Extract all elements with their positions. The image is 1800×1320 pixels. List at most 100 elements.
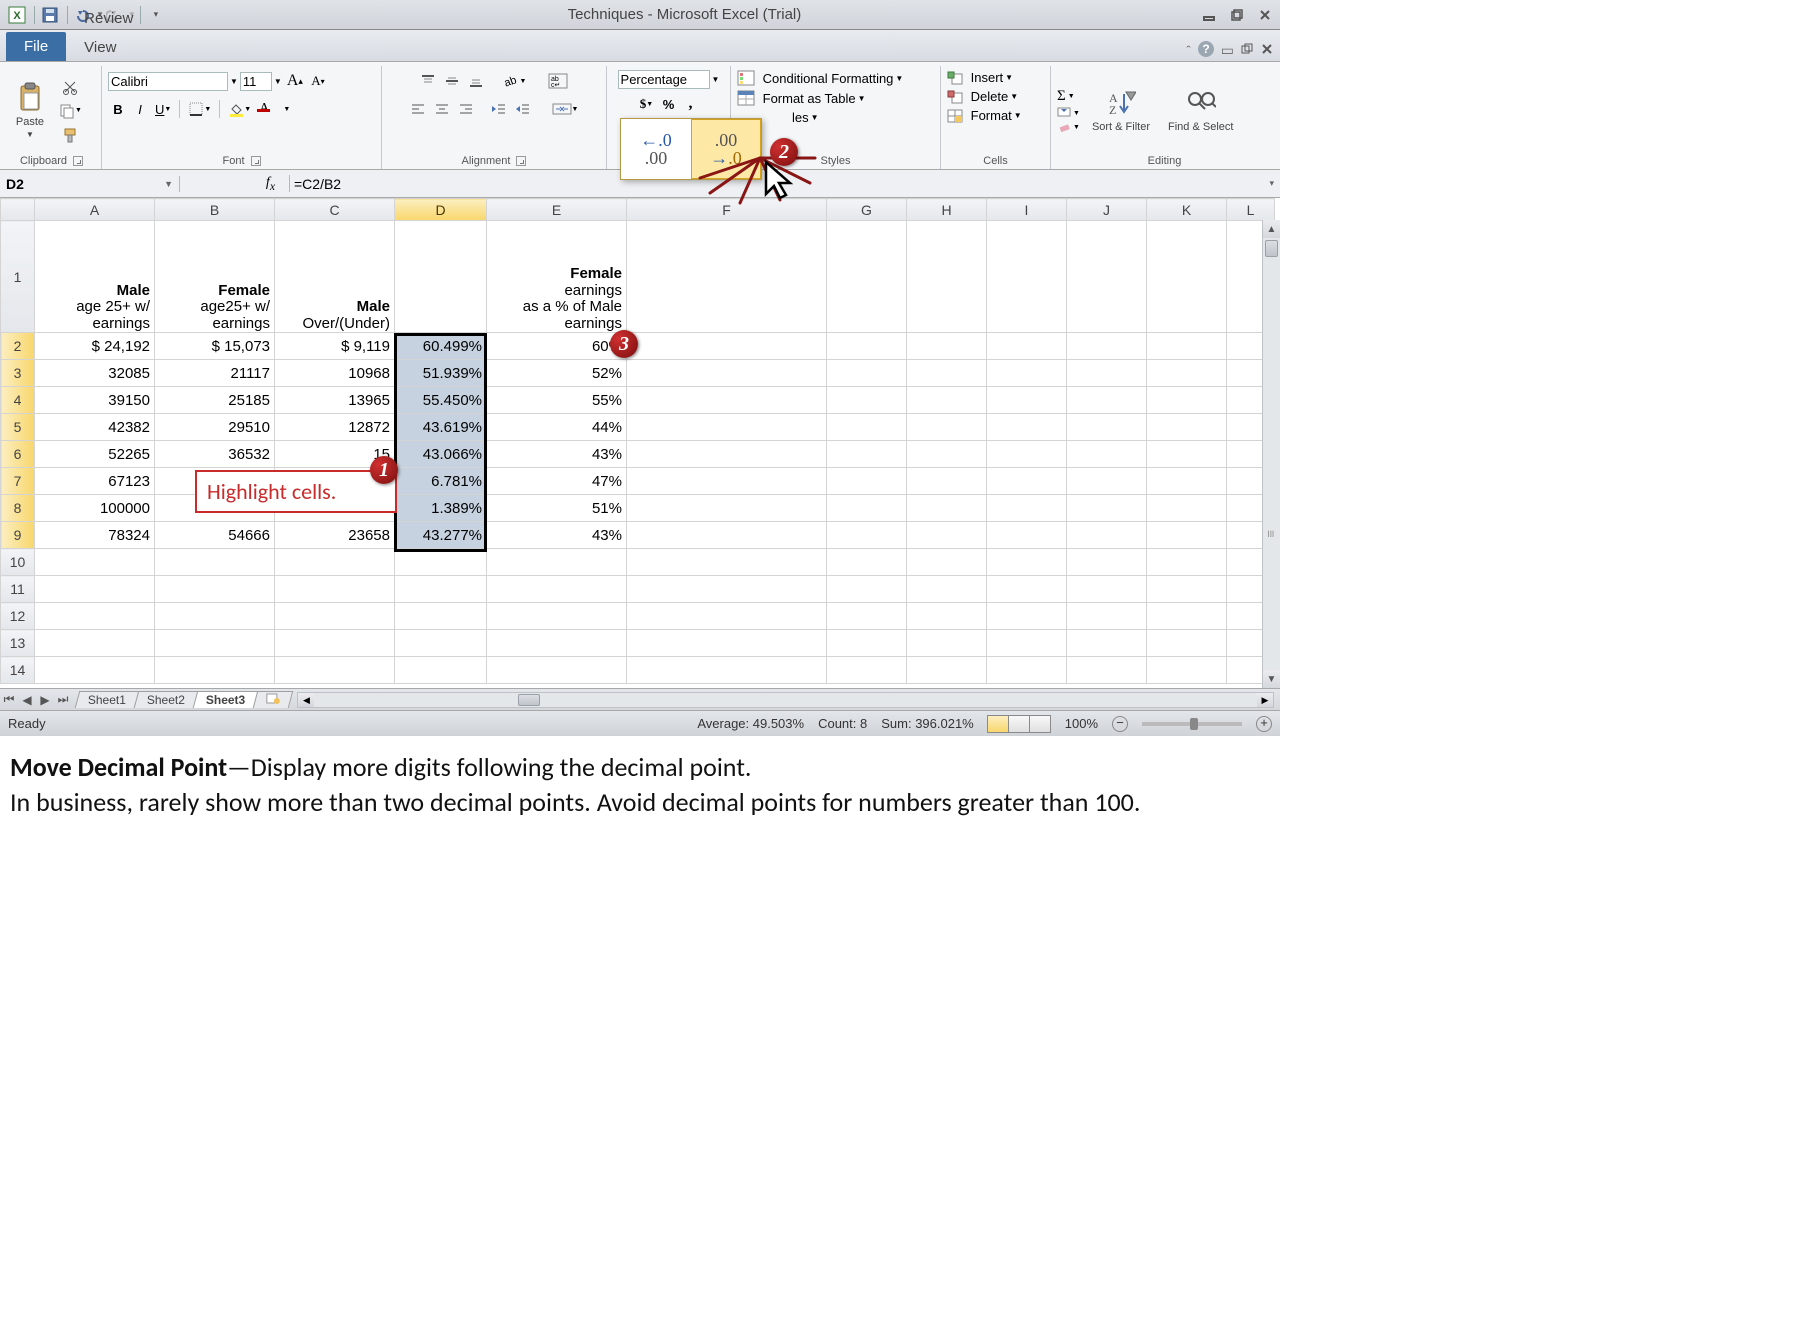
cell-F13[interactable] [627, 630, 827, 657]
cell-I8[interactable] [987, 495, 1067, 522]
cell-H8[interactable] [907, 495, 987, 522]
cell-I9[interactable] [987, 522, 1067, 549]
cell-J14[interactable] [1067, 657, 1147, 684]
cell-I13[interactable] [987, 630, 1067, 657]
font-launcher[interactable] [251, 156, 261, 166]
cell-G7[interactable] [827, 468, 907, 495]
shrink-font-button[interactable]: A▾ [308, 70, 328, 92]
cell-F3[interactable] [627, 360, 827, 387]
scroll-up-button[interactable]: ▲ [1263, 220, 1280, 238]
cell-I14[interactable] [987, 657, 1067, 684]
align-right-button[interactable] [455, 98, 477, 120]
row-header-12[interactable]: 12 [1, 603, 35, 630]
merge-center-button[interactable]: ▼ [549, 98, 582, 120]
cell-J4[interactable] [1067, 387, 1147, 414]
cell-A2[interactable]: $ 24,192 [35, 333, 155, 360]
font-size-combo[interactable] [240, 72, 272, 91]
cell-H3[interactable] [907, 360, 987, 387]
restore-button[interactable] [1228, 6, 1246, 24]
fill-button[interactable]: ▼ [1057, 107, 1080, 119]
cell-C12[interactable] [275, 603, 395, 630]
align-center-button[interactable] [431, 98, 453, 120]
cell-C5[interactable]: 12872 [275, 414, 395, 441]
cell-F2[interactable] [627, 333, 827, 360]
page-break-view-button[interactable] [1029, 715, 1051, 733]
align-top-button[interactable] [417, 70, 439, 92]
cell-I10[interactable] [987, 549, 1067, 576]
cell-J12[interactable] [1067, 603, 1147, 630]
tab-review[interactable]: Review [70, 4, 182, 33]
cell-G14[interactable] [827, 657, 907, 684]
conditional-formatting-button[interactable]: Conditional Formatting ▼ [737, 70, 903, 86]
cell-A11[interactable] [35, 576, 155, 603]
minimize-button[interactable] [1200, 6, 1218, 24]
cell-I7[interactable] [987, 468, 1067, 495]
cell-B5[interactable]: 29510 [155, 414, 275, 441]
cell-J5[interactable] [1067, 414, 1147, 441]
column-header-D[interactable]: D [395, 199, 487, 221]
cell-A10[interactable] [35, 549, 155, 576]
cell-H11[interactable] [907, 576, 987, 603]
cell-D8[interactable]: 1.389% [395, 495, 487, 522]
sort-filter-button[interactable]: AZ Sort & Filter [1086, 86, 1156, 135]
cell-H6[interactable] [907, 441, 987, 468]
cell-A12[interactable] [35, 603, 155, 630]
cell-K7[interactable] [1147, 468, 1227, 495]
row-header-6[interactable]: 6 [1, 441, 35, 468]
cell-G6[interactable] [827, 441, 907, 468]
scroll-thumb[interactable] [1265, 240, 1278, 257]
cell-I11[interactable] [987, 576, 1067, 603]
cell-C10[interactable] [275, 549, 395, 576]
name-box[interactable]: D2 ▼ [0, 176, 180, 192]
alignment-launcher[interactable] [516, 156, 526, 166]
cell-K8[interactable] [1147, 495, 1227, 522]
cell-E8[interactable]: 51% [487, 495, 627, 522]
cell-K3[interactable] [1147, 360, 1227, 387]
cell-K11[interactable] [1147, 576, 1227, 603]
cell-K13[interactable] [1147, 630, 1227, 657]
cell-K4[interactable] [1147, 387, 1227, 414]
select-all-button[interactable] [1, 199, 35, 221]
cell-G3[interactable] [827, 360, 907, 387]
cell-E6[interactable]: 43% [487, 441, 627, 468]
cell-G2[interactable] [827, 333, 907, 360]
cell-E1[interactable]: Femaleearningsas a % of Maleearnings [487, 221, 627, 333]
align-left-button[interactable] [407, 98, 429, 120]
cell-B14[interactable] [155, 657, 275, 684]
zoom-slider[interactable] [1142, 722, 1242, 726]
format-as-table-button[interactable]: Format as Table ▼ [737, 90, 866, 106]
cell-E2[interactable]: 60% [487, 333, 627, 360]
horizontal-scrollbar[interactable]: ◀ ▶ [297, 692, 1274, 708]
cell-J7[interactable] [1067, 468, 1147, 495]
comma-format-button[interactable]: , [681, 93, 701, 115]
row-header-2[interactable]: 2 [1, 333, 35, 360]
cell-F11[interactable] [627, 576, 827, 603]
cell-B10[interactable] [155, 549, 275, 576]
cell-E5[interactable]: 44% [487, 414, 627, 441]
cell-H1[interactable] [907, 221, 987, 333]
cell-J8[interactable] [1067, 495, 1147, 522]
align-bottom-button[interactable] [465, 70, 487, 92]
cell-G4[interactable] [827, 387, 907, 414]
cell-B6[interactable]: 36532 [155, 441, 275, 468]
paste-button[interactable]: Paste ▼ [8, 80, 52, 141]
zoom-out-button[interactable]: − [1112, 716, 1128, 732]
help-icon[interactable]: ? [1197, 40, 1215, 61]
cell-D5[interactable]: 43.619% [395, 414, 487, 441]
column-header-H[interactable]: H [907, 199, 987, 221]
column-header-L[interactable]: L [1227, 199, 1275, 221]
cell-G12[interactable] [827, 603, 907, 630]
row-header-14[interactable]: 14 [1, 657, 35, 684]
cell-C1[interactable]: MaleOver/(Under) [275, 221, 395, 333]
cell-I2[interactable] [987, 333, 1067, 360]
first-sheet-button[interactable]: ⏮ [0, 692, 18, 707]
cell-D7[interactable]: 6.781% [395, 468, 487, 495]
cell-A8[interactable]: 100000 [35, 495, 155, 522]
cell-E10[interactable] [487, 549, 627, 576]
fx-icon[interactable]: fx [258, 175, 283, 193]
column-header-C[interactable]: C [275, 199, 395, 221]
column-header-E[interactable]: E [487, 199, 627, 221]
cell-E9[interactable]: 43% [487, 522, 627, 549]
column-header-B[interactable]: B [155, 199, 275, 221]
cell-G8[interactable] [827, 495, 907, 522]
